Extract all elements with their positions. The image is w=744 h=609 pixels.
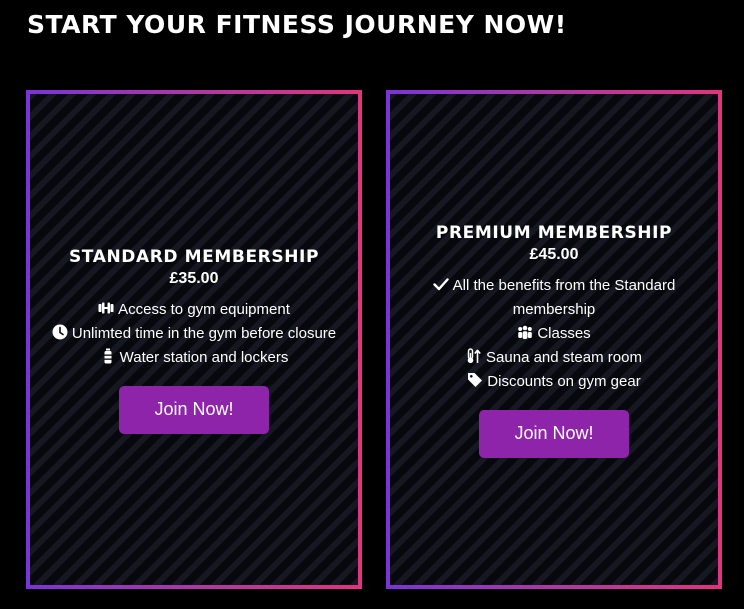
feature-item: All the benefits from the Standard membe… xyxy=(404,274,704,322)
section-title: START YOUR FITNESS JOURNEY NOW! xyxy=(27,10,567,39)
dumbbell-icon xyxy=(98,300,114,316)
standard-membership-card: STANDARD MEMBERSHIP £35.00 Access to gym… xyxy=(26,90,362,589)
water-bottle-icon xyxy=(100,348,116,364)
feature-text: Access to gym equipment xyxy=(118,300,290,318)
tag-icon xyxy=(467,372,483,388)
plan-name: PREMIUM MEMBERSHIP xyxy=(435,222,673,243)
people-group-icon xyxy=(517,324,533,340)
plan-price: £35.00 xyxy=(169,269,219,287)
plan-name: STANDARD MEMBERSHIP xyxy=(68,246,320,267)
join-now-button[interactable]: Join Now! xyxy=(119,385,269,434)
feature-item: Unlimted time in the gym before closure xyxy=(44,322,344,346)
standard-membership-card-body: STANDARD MEMBERSHIP £35.00 Access to gym… xyxy=(30,94,358,585)
join-now-button[interactable]: Join Now! xyxy=(479,409,629,458)
feature-text: Sauna and steam room xyxy=(486,348,642,366)
feature-text: All the benefits from the Standard membe… xyxy=(452,276,676,318)
feature-item: Sauna and steam room xyxy=(404,346,704,370)
feature-list: All the benefits from the Standard membe… xyxy=(390,274,718,394)
feature-text: Discounts on gym gear xyxy=(487,372,641,390)
feature-text: Classes xyxy=(537,324,591,342)
feature-item: Classes xyxy=(404,322,704,346)
clock-icon xyxy=(52,324,68,340)
premium-membership-card-body: PREMIUM MEMBERSHIP £45.00 All the benefi… xyxy=(390,94,718,585)
feature-list: Access to gym equipment Unlimted time in… xyxy=(30,298,358,370)
feature-item: Access to gym equipment xyxy=(44,298,344,322)
feature-item: Water station and lockers xyxy=(44,346,344,370)
feature-text: Water station and lockers xyxy=(119,348,289,366)
check-icon xyxy=(432,276,449,292)
premium-membership-card: PREMIUM MEMBERSHIP £45.00 All the benefi… xyxy=(386,90,722,589)
plan-price: £45.00 xyxy=(529,245,579,263)
feature-item: Discounts on gym gear xyxy=(404,370,704,394)
feature-text: Unlimted time in the gym before closure xyxy=(71,324,337,342)
temperature-arrow-up-icon xyxy=(466,347,482,364)
